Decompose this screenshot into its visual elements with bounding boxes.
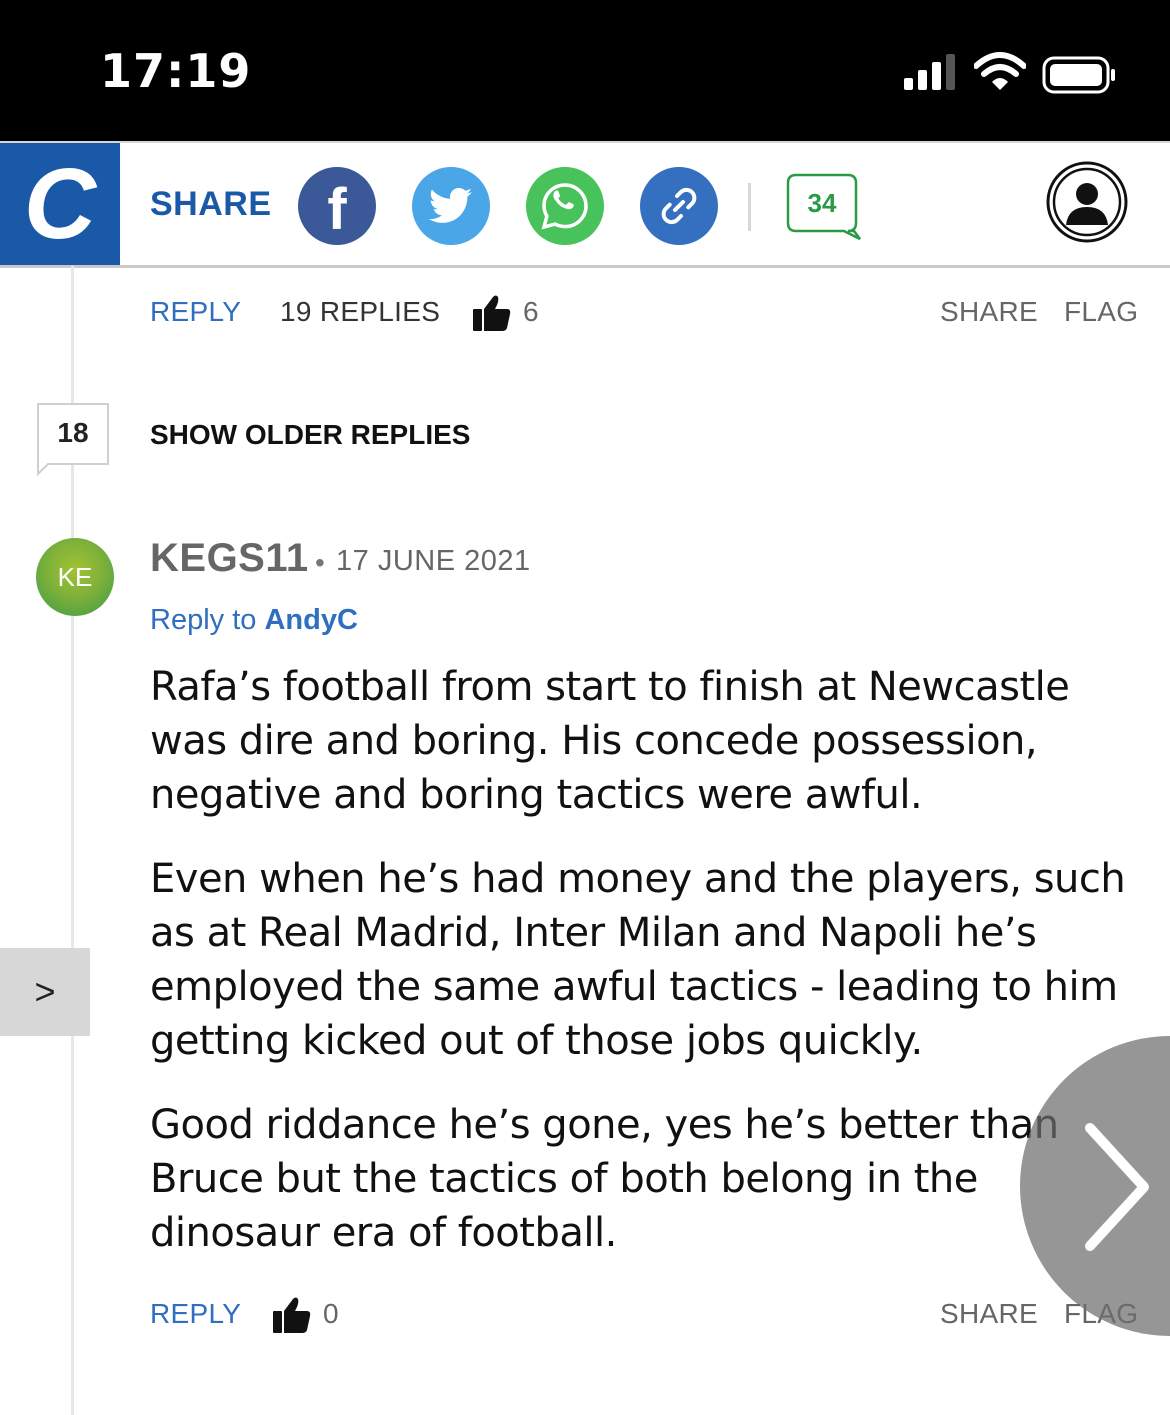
site-logo[interactable]: C [0, 143, 120, 265]
link-icon [661, 187, 697, 225]
comment-paragraph: Even when he’s had money and the players… [150, 856, 1126, 1064]
next-button[interactable] [1020, 1036, 1170, 1336]
reply-to-prefix: Reply to [150, 604, 265, 636]
comment-paragraph: Good riddance he’s gone, yes he’s better… [150, 1102, 1059, 1256]
side-tab-label: > [34, 971, 56, 1012]
older-replies-number: 18 [57, 417, 89, 448]
facebook-share-button[interactable]: f [298, 167, 376, 245]
share-label: SHARE [150, 185, 272, 223]
parent-share-button[interactable]: SHARE [940, 296, 1038, 328]
replies-count-button[interactable]: 19 REPLIES [280, 296, 440, 328]
signal-icon [904, 54, 955, 90]
copy-link-button[interactable] [640, 167, 718, 245]
facebook-icon: f [327, 176, 347, 242]
like-count: 0 [323, 1298, 339, 1329]
battery-icon [1042, 56, 1115, 94]
share-header: C SHARE f 34 [0, 141, 1170, 268]
avatar[interactable]: KE [36, 538, 114, 616]
meta-separator: • [315, 547, 325, 578]
page: 17:19 C SHARE f 34 REPLY 19 REPLIES 6 SH… [0, 0, 1170, 1415]
comment-count-button[interactable]: 34 [786, 173, 861, 241]
thumbs-up-icon[interactable] [272, 1296, 312, 1334]
header-divider [748, 183, 751, 231]
logo-letter: C [23, 148, 97, 260]
whatsapp-icon [541, 183, 588, 230]
parent-flag-button[interactable]: FLAG [1064, 296, 1138, 328]
older-replies-count[interactable]: 18 [36, 402, 110, 477]
status-time: 17:19 [100, 44, 252, 98]
comment-date: 17 JUNE 2021 [336, 545, 531, 577]
comment-paragraph: Rafa’s football from start to finish at … [150, 664, 1070, 818]
avatar-initials: KE [57, 561, 93, 592]
parent-like-count: 6 [523, 296, 539, 327]
wifi-icon [974, 52, 1026, 90]
side-expand-tab[interactable]: > [0, 948, 90, 1036]
comment-username[interactable]: KEGS11 [150, 536, 309, 581]
thumbs-up-icon[interactable] [472, 294, 512, 332]
reply-to-user: AndyC [264, 604, 358, 636]
user-icon[interactable] [1046, 161, 1128, 243]
twitter-share-button[interactable] [412, 167, 490, 245]
reply-to-link[interactable]: Reply to AndyC [150, 604, 358, 637]
whatsapp-share-button[interactable] [526, 167, 604, 245]
comment-count: 34 [807, 187, 837, 218]
share-button[interactable]: SHARE [940, 1298, 1038, 1330]
status-bar: 17:19 [0, 0, 1170, 141]
twitter-icon [429, 188, 472, 223]
reply-button[interactable]: REPLY [150, 1298, 241, 1330]
parent-reply-button[interactable]: REPLY [150, 296, 241, 328]
chevron-right-icon [1085, 1123, 1149, 1251]
show-older-replies-button[interactable]: SHOW OLDER REPLIES [150, 419, 470, 451]
